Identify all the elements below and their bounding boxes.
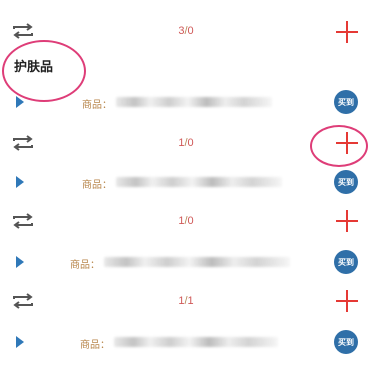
buy-button[interactable]: 买到 [334, 330, 358, 354]
item-row-2: 商品： 买到 [0, 170, 372, 194]
annotation-circle-add [310, 125, 368, 167]
item-label: 商品： [70, 260, 100, 271]
redacted-item-name [116, 177, 282, 187]
item-label: 商品： [82, 180, 112, 191]
sync-row-3: 1/0 [0, 210, 372, 232]
item-row-4: 商品： 买到 [0, 330, 372, 354]
add-button[interactable] [336, 210, 358, 232]
buy-button[interactable]: 买到 [334, 250, 358, 274]
redacted-item-name [104, 257, 290, 267]
count-text: 1/0 [178, 215, 194, 227]
item-row-1: 商品： 买到 [0, 90, 372, 114]
item-label: 商品： [82, 100, 112, 111]
redacted-item-name [114, 337, 278, 347]
item-label: 商品： [80, 340, 110, 351]
sync-row-1: 3/0 [0, 20, 372, 43]
redacted-item-name [116, 97, 272, 107]
item-row-3: 商品： 买到 [0, 250, 372, 274]
add-button[interactable] [336, 290, 358, 312]
count-text: 3/0 [178, 25, 194, 37]
buy-button[interactable]: 买到 [334, 90, 358, 114]
add-button[interactable] [336, 21, 358, 43]
buy-button[interactable]: 买到 [334, 170, 358, 194]
count-text: 1/1 [178, 295, 194, 307]
sync-row-4: 1/1 [0, 290, 372, 312]
